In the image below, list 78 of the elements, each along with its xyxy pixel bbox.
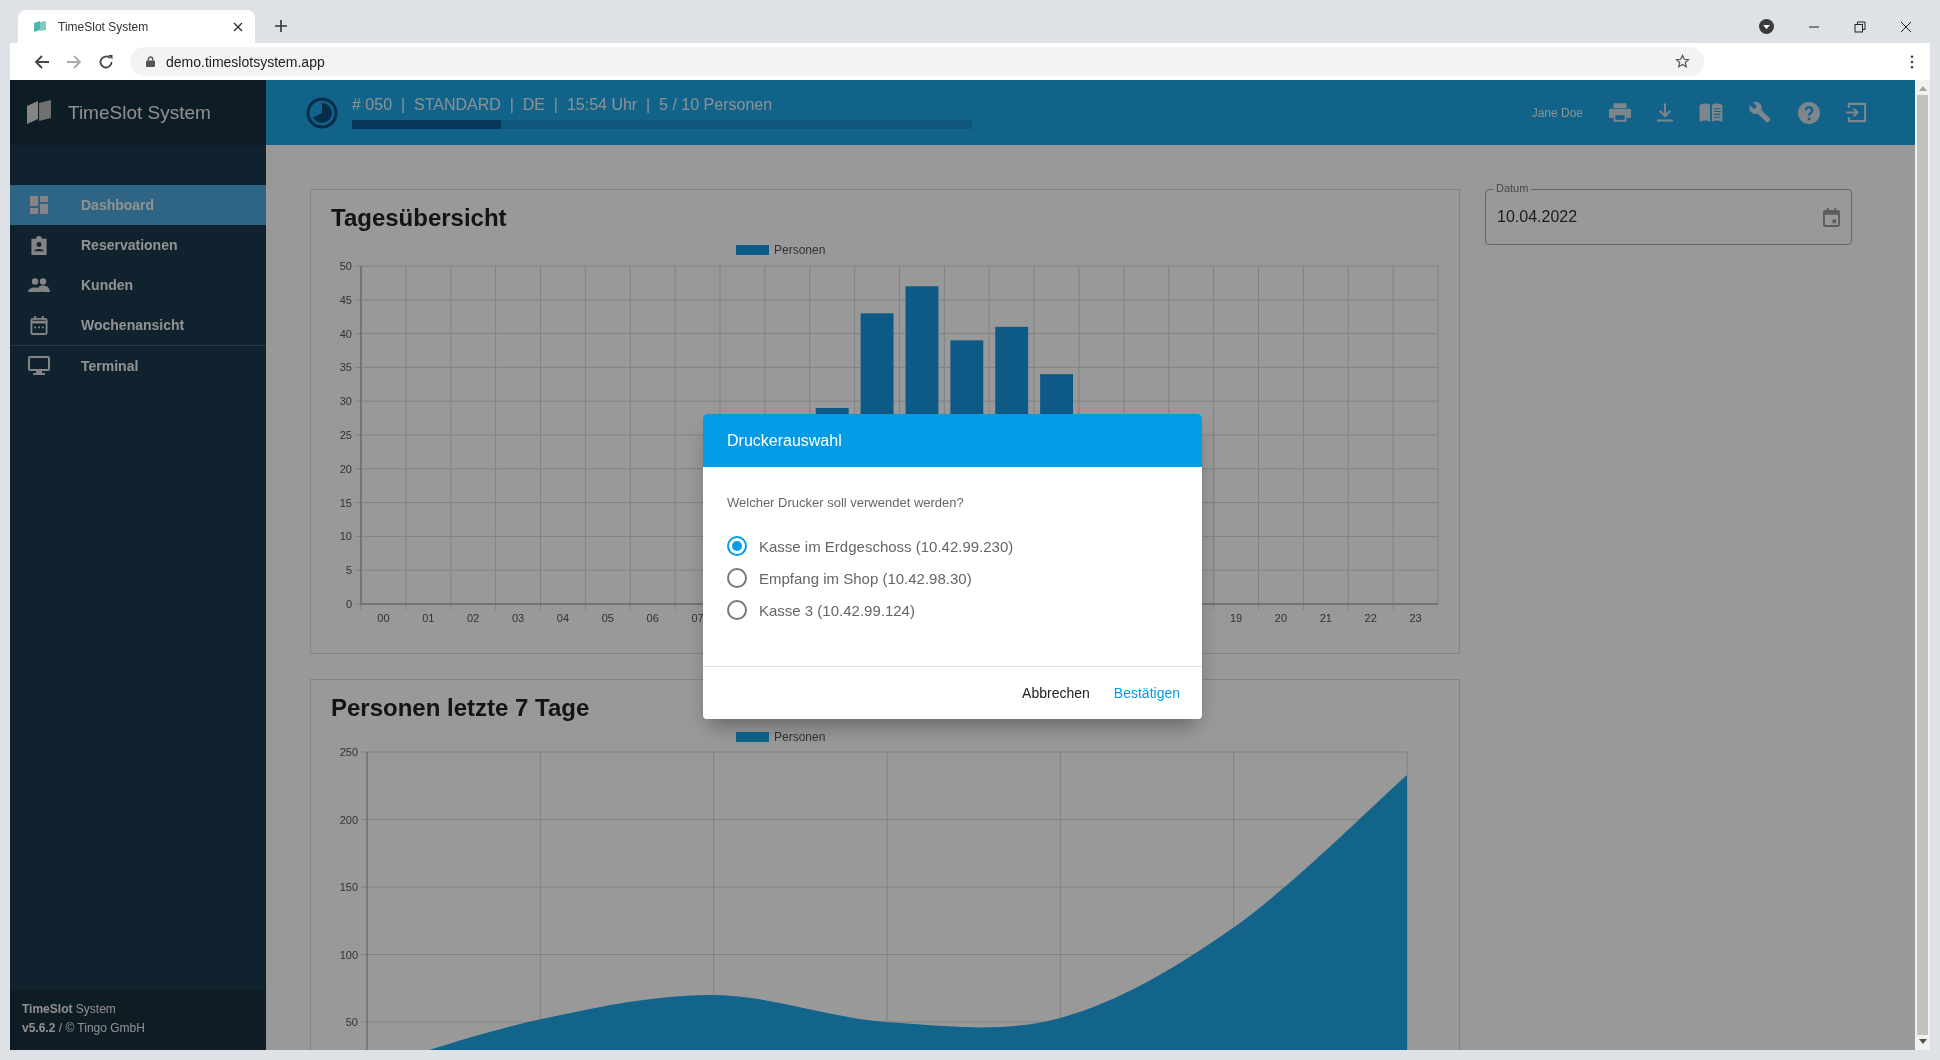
monitor-icon (28, 356, 50, 376)
axis-label: 50 (339, 260, 352, 272)
reload-icon[interactable] (98, 53, 114, 70)
radio-button[interactable] (727, 600, 747, 620)
legend-label: Personen (774, 730, 826, 744)
close-icon[interactable] (1900, 20, 1912, 33)
axis-label: 5 (345, 564, 352, 577)
id-badge-icon (28, 235, 50, 255)
calendar-icon[interactable] (1823, 207, 1840, 227)
axis-label: 35 (339, 361, 352, 374)
nav-item[interactable]: Terminal (10, 346, 266, 386)
axis-label: 20 (339, 462, 352, 475)
axis-label: 19 (1229, 612, 1243, 624)
forward-icon[interactable] (66, 53, 82, 70)
profile-dropdown-icon[interactable] (1759, 19, 1774, 34)
axis-label: 21 (1319, 612, 1332, 624)
axis-label: 150 (339, 881, 358, 893)
axis-label: 23 (1409, 612, 1422, 624)
legend-swatch (736, 245, 769, 255)
scrollbar[interactable] (1915, 80, 1930, 1050)
people-icon (28, 278, 50, 292)
axis-label: 15 (339, 496, 352, 509)
calendar-icon (28, 315, 50, 335)
cancel-button[interactable]: Abbrechen (1014, 679, 1098, 707)
axis-label: 45 (339, 293, 352, 306)
nav-item[interactable]: Reservationen (10, 225, 266, 265)
legend-swatch (736, 732, 769, 742)
axis-label: 04 (556, 612, 570, 624)
card-title: Tagesübersicht (331, 203, 507, 233)
axis-label: 30 (339, 395, 352, 408)
menu-icon[interactable] (1910, 54, 1914, 69)
axis-label: 22 (1364, 612, 1377, 624)
option-label[interactable]: Empfang im Shop (10.42.98.30) (759, 569, 972, 587)
bookmark-star-icon[interactable] (1675, 54, 1690, 69)
option-label[interactable]: Kasse 3 (10.42.99.124) (759, 601, 915, 619)
axis-label: 100 (339, 948, 358, 961)
dialog-title: Druckerauswahl (703, 414, 1202, 467)
radio-button[interactable] (727, 536, 747, 556)
axis-label: 06 (646, 612, 659, 624)
axis-label: 01 (422, 612, 435, 624)
nav-item[interactable]: Kunden (10, 265, 266, 305)
card-title: Personen letzte 7 Tage (331, 693, 590, 723)
axis-label: 50 (345, 1016, 358, 1028)
axis-label: 05 (601, 612, 614, 624)
back-icon[interactable] (34, 53, 50, 70)
clock-icon (306, 96, 338, 129)
option-label[interactable]: Kasse im Erdgeschoss (10.42.99.230) (759, 537, 1014, 555)
tab-title: TimeSlot System (58, 19, 150, 34)
new-tab-icon[interactable] (274, 19, 288, 33)
scroll-down-icon[interactable] (1918, 1039, 1927, 1044)
nav-item[interactable]: Wochenansicht (10, 305, 266, 345)
axis-label: 03 (511, 612, 525, 624)
restore-icon[interactable] (1854, 20, 1866, 33)
app-name: TimeSlot System (68, 101, 211, 124)
axis-label: 40 (339, 327, 352, 340)
axis-label: 250 (339, 746, 358, 758)
close-icon[interactable] (233, 21, 243, 32)
axis-label: 200 (339, 813, 358, 826)
axis-label: 0 (345, 598, 352, 610)
radio-button[interactable] (727, 568, 747, 588)
user-name: Jane Doe (1531, 105, 1583, 120)
axis-label: 07 (691, 612, 704, 624)
footer-text: TimeSlot System (22, 1001, 117, 1018)
lock-icon (146, 56, 155, 67)
dialog-question: Welcher Drucker soll verwendet werden? (727, 495, 965, 510)
axis-label: 20 (1274, 612, 1288, 624)
browser-tab[interactable]: TimeSlot System (18, 10, 255, 43)
footer-text: v5.6.2 / © Tingo GmbH (22, 1020, 146, 1037)
address-field[interactable]: demo.timeslotsystem.app (130, 47, 1704, 76)
axis-label: 02 (467, 612, 480, 624)
dashboard-icon (28, 196, 50, 214)
logo-icon (32, 18, 48, 35)
axis-label: 00 (377, 612, 390, 624)
axis-label: 25 (339, 429, 352, 441)
axis-label: 10 (339, 530, 352, 543)
status-text: # 050 | STANDARD | DE | 15:54 Uhr | 5 / 10 Personen (352, 96, 774, 114)
legend-label: Personen (774, 243, 826, 257)
confirm-button[interactable]: Bestätigen (1105, 679, 1188, 707)
